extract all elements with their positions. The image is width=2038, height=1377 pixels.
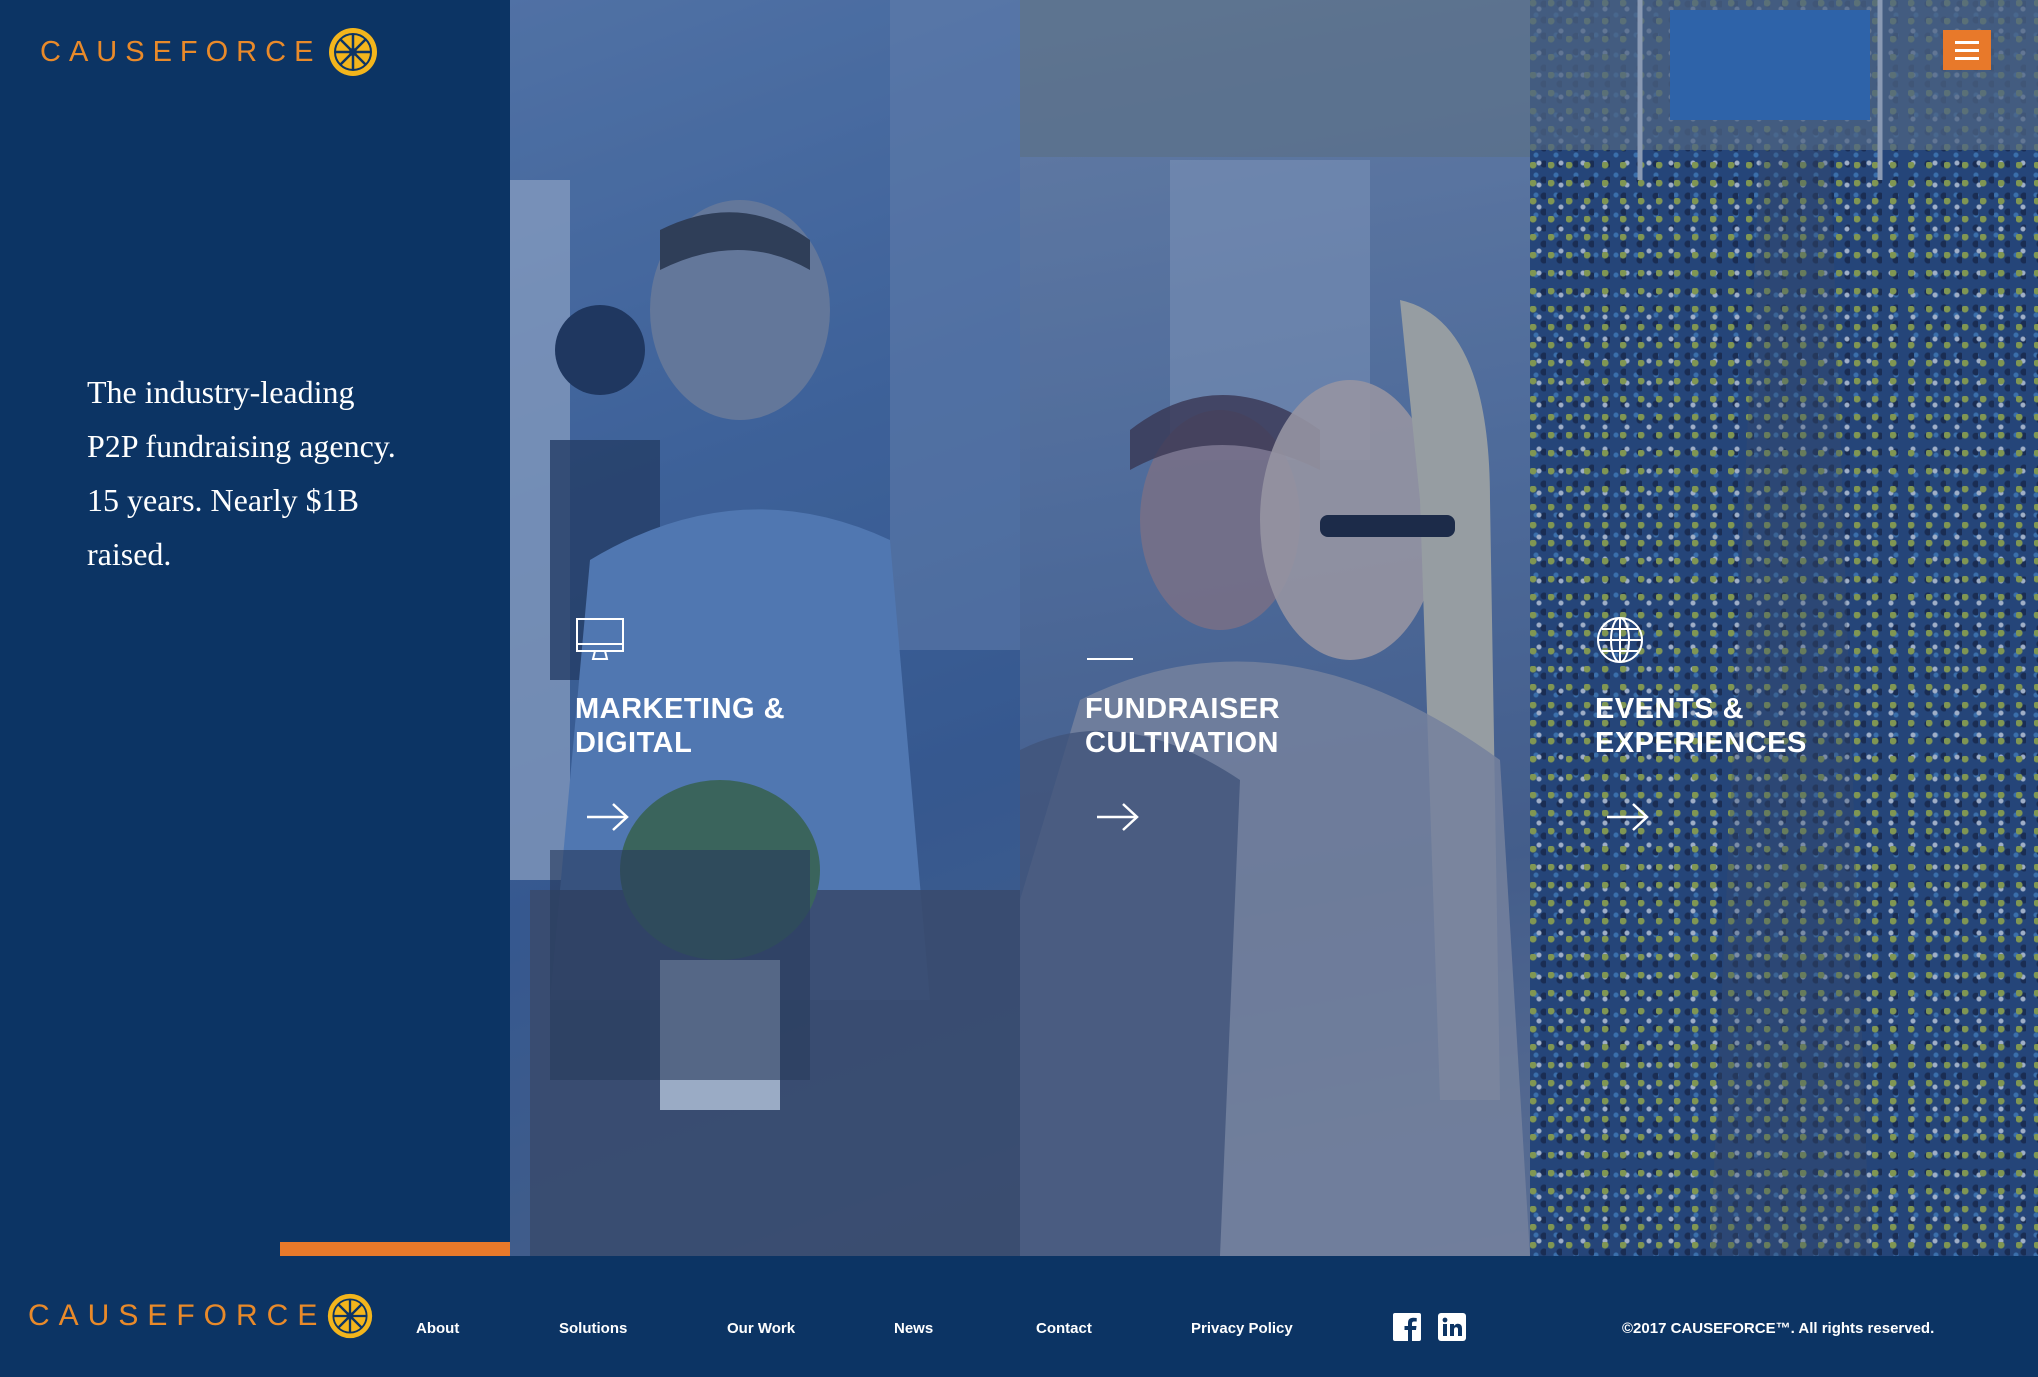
panel-fundraiser-cultivation[interactable]: FUNDRAISER CULTIVATION [1020,0,1530,1256]
hamburger-icon [1955,48,1979,52]
copyright-text: ©2017 CAUSEFORCE™. All rights reserved. [1622,1320,1935,1337]
tagline-line: 15 years. Nearly $1B [87,482,359,518]
site-logo[interactable]: CAUSEFORCE [40,24,379,80]
hamburger-icon [1955,40,1979,44]
monitor-icon [576,618,624,660]
panel-title: MARKETING & DIGITAL [575,693,786,759]
arrow-right-icon[interactable] [587,802,629,832]
hamburger-menu-button[interactable] [1943,30,1991,70]
panel-content: EVENTS & EXPERIENCES [1595,615,1855,837]
footer-link-privacy-policy[interactable]: Privacy Policy [1191,1320,1293,1337]
line-icon [1087,658,1133,660]
hero-sidebar: CAUSEFORCE The industry-leading P2P fund… [0,0,510,1256]
panel-events-experiences[interactable]: EVENTS & EXPERIENCES [1530,0,2038,1256]
site-footer: CAUSEFORCE About Solutions Our Work News… [0,1256,2038,1377]
globe-icon [1597,617,1643,663]
footer-link-about[interactable]: About [416,1320,459,1337]
logo-wheel-icon [328,1293,373,1339]
tagline-line: The industry-leading [87,374,355,410]
hero-tagline: The industry-leading P2P fundraising age… [87,365,447,581]
panel-title: FUNDRAISER CULTIVATION [1085,693,1281,759]
footer-link-our-work[interactable]: Our Work [727,1320,795,1337]
logo-wordmark: CAUSEFORCE [28,1299,327,1332]
facebook-icon[interactable] [1393,1313,1421,1341]
footer-link-contact[interactable]: Contact [1036,1320,1092,1337]
footer-link-solutions[interactable]: Solutions [559,1320,627,1337]
hamburger-icon [1955,56,1979,60]
panel-marketing-digital[interactable]: MARKETING & DIGITAL [510,0,1020,1256]
panel-content: MARKETING & DIGITAL [575,615,835,837]
tagline-line: raised. [87,536,172,572]
footer-logo[interactable]: CAUSEFORCE [28,1286,374,1346]
arrow-right-icon[interactable] [1097,802,1139,832]
linkedin-icon[interactable] [1438,1313,1466,1341]
logo-wordmark: CAUSEFORCE [40,35,322,68]
tagline-line: P2P fundraising agency. [87,428,396,464]
footer-link-news[interactable]: News [894,1320,933,1337]
arrow-right-icon[interactable] [1607,802,1649,832]
accent-bar [280,1242,510,1256]
panel-content: FUNDRAISER CULTIVATION [1085,615,1345,837]
logo-wheel-icon [329,28,378,76]
panel-title: EVENTS & EXPERIENCES [1595,693,1807,759]
